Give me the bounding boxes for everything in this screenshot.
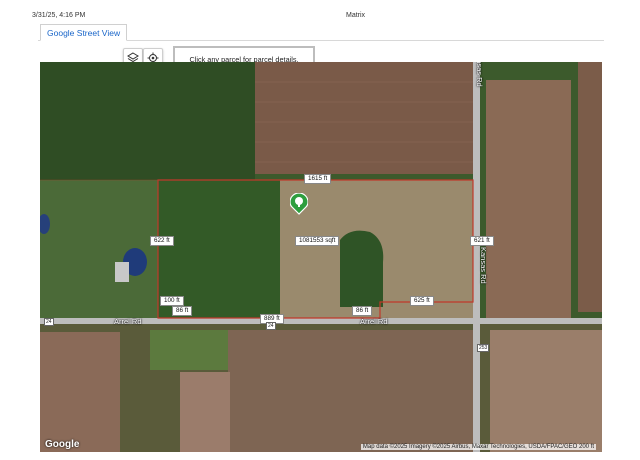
scale-label: 200 ft xyxy=(578,444,594,450)
dim-bottom-left-2: 86 ft xyxy=(172,306,193,316)
route-shield-mid: 24 xyxy=(266,322,276,330)
dim-left: 622 ft xyxy=(150,236,174,246)
print-datetime: 3/31/25, 4:16 PM xyxy=(32,12,86,19)
dim-bottom-right-2: 625 ft xyxy=(410,296,434,306)
page-title: Matrix xyxy=(346,12,366,19)
map-attribution: Map data ©2025 Imagery ©2025 Airbus, Max… xyxy=(360,444,596,450)
parcel-marker-icon xyxy=(289,192,309,215)
dim-bottom-right-1: 86 ft xyxy=(352,306,373,316)
road-label-arrel-right: Arrel Rd xyxy=(360,317,388,326)
satellite-imagery xyxy=(40,62,602,452)
road-label-kansas-top: Kansas Rd xyxy=(475,62,484,87)
road-label-arrel-left: Arrel Rd xyxy=(114,317,142,326)
dim-right: 621 ft xyxy=(470,236,494,246)
tab-bar: Google Street View xyxy=(38,24,604,41)
route-shield-left: 24 xyxy=(44,318,54,326)
attribution-text: Map data ©2025 Imagery ©2025 Airbus, Max… xyxy=(362,444,578,450)
parcel-marker[interactable] xyxy=(289,192,309,215)
dim-area: 1081553 sqft xyxy=(295,236,340,246)
satellite-map[interactable]: 1615 ft 1081553 sqft 622 ft 621 ft 100 f… xyxy=(40,62,602,452)
tab-google-street-view[interactable]: Google Street View xyxy=(40,24,128,41)
route-shield-right: 253 xyxy=(477,344,490,352)
road-label-kansas: Kansas Rd xyxy=(479,247,488,284)
google-logo: Google xyxy=(45,439,80,450)
dim-top: 1615 ft xyxy=(304,174,332,184)
dim-bottom-left-1: 100 ft xyxy=(160,296,184,306)
